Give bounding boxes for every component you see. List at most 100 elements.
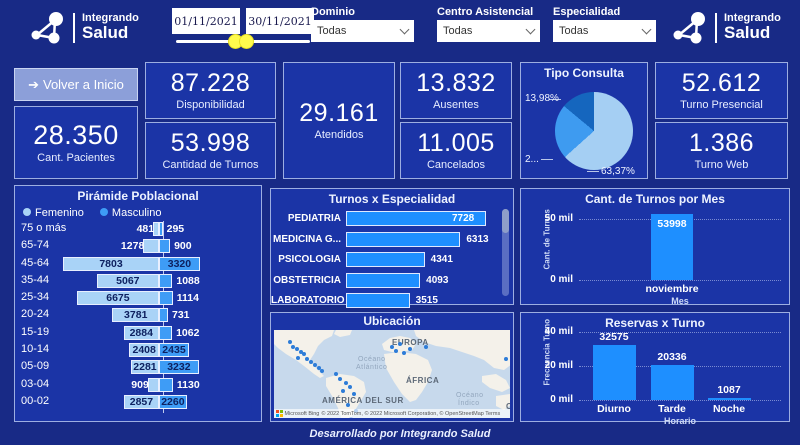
pyramid-bar-masculino[interactable] — [159, 308, 168, 322]
map-location-dot[interactable] — [424, 345, 428, 349]
world-map[interactable]: EUROPAOcéanoAtlánticoÁFRICAAMÉRICA DEL S… — [274, 330, 510, 418]
kpi-label: Ausentes — [433, 99, 479, 111]
x-axis-title: Horario — [579, 416, 781, 426]
logo-left: Integrando Salud — [30, 11, 139, 45]
x-axis-tick: noviembre — [636, 283, 708, 295]
pyramid-value-femenino: 909 — [131, 379, 149, 392]
filter-dropdown-centro[interactable]: Todas — [437, 20, 540, 42]
filter-value-centro: Todas — [443, 25, 472, 37]
map-attribution-text[interactable]: © 2022 TomTom, © 2022 Microsoft Corporat… — [321, 411, 500, 417]
pyramid-value-femenino: 1278 — [121, 240, 144, 253]
kpi-label: Turno Presencial — [680, 99, 763, 111]
filter-dropdown-dominio[interactable]: Todas — [311, 20, 414, 42]
pyramid-bar-masculino[interactable] — [159, 222, 163, 236]
pyramid-bar-masculino[interactable] — [159, 239, 170, 253]
map-title: Ubicación — [271, 313, 513, 328]
filter-label-especialidad: Especialidad — [553, 6, 620, 18]
column-bar[interactable] — [708, 398, 751, 400]
kpi-value: 28.350 — [33, 121, 119, 149]
map-location-dot[interactable] — [504, 357, 508, 361]
pyramid-age-label: 15-19 — [21, 326, 49, 338]
pyramid-row: 75 o más481295 — [15, 221, 261, 238]
kpi-value: 29.161 — [299, 100, 378, 126]
pyramid-age-label: 25-34 — [21, 291, 49, 303]
specialty-label: LABORATORIO — [271, 295, 341, 306]
map-location-dot[interactable] — [394, 349, 398, 353]
pyramid-age-label: 03-04 — [21, 378, 49, 390]
map-location-dot[interactable] — [348, 385, 352, 389]
logo-text-line2: Salud — [724, 24, 781, 43]
column-bar[interactable] — [651, 365, 694, 400]
reservas-bar-chart: Frecuencia Turno40 mil20 mil0 mil32575Di… — [521, 313, 789, 421]
kpi-value: 11.005 — [417, 130, 495, 156]
filter-value-especialidad: Todas — [559, 25, 588, 37]
legend-label: Femenino — [35, 207, 84, 219]
column-bar[interactable] — [593, 345, 636, 400]
map-location-dot[interactable] — [334, 372, 338, 376]
map-location-dot[interactable] — [402, 351, 406, 355]
map-label: Atlántico — [356, 364, 387, 371]
pyramid-value-femenino: 2857 — [124, 396, 159, 410]
vertical-scrollbar[interactable] — [502, 209, 509, 296]
specialty-bar[interactable] — [346, 232, 460, 247]
pyramid-bar-masculino[interactable] — [159, 326, 172, 340]
legend-item-femenino[interactable]: Femenino — [23, 207, 84, 219]
slider-handle-end[interactable] — [239, 34, 254, 49]
map-location-dot[interactable] — [346, 403, 350, 407]
kpi-value: 53.998 — [171, 130, 250, 156]
pyramid-bar-masculino[interactable] — [159, 291, 173, 305]
pyramid-value-masculino: 1088 — [176, 275, 199, 288]
kpi-card-disponibilidad: 87.228 Disponibilidad — [145, 62, 276, 119]
map-location-dot[interactable] — [352, 392, 356, 396]
kpi-label: Turno Web — [695, 159, 749, 171]
specialty-plot: 4093 — [346, 273, 497, 289]
month-bar-chart: Cant. de Turnos50 mil0 mil53998noviembre… — [521, 189, 789, 304]
map-location-dot[interactable] — [341, 389, 345, 393]
map-location-dot[interactable] — [398, 342, 402, 346]
date-range-slider[interactable] — [176, 40, 310, 43]
specialty-value: 4093 — [426, 275, 448, 286]
specialty-row: OBSTETRICIA4093 — [271, 273, 513, 289]
specialty-bar[interactable] — [346, 273, 420, 288]
pyramid-bar-masculino[interactable] — [159, 378, 173, 392]
map-location-dot[interactable] — [320, 369, 324, 373]
chevron-down-icon — [526, 24, 536, 34]
pyramid-row: 25-3466751114 — [15, 290, 261, 307]
kpi-card-turno-presencial: 52.612 Turno Presencial — [655, 62, 788, 119]
kpi-value: 52.612 — [682, 70, 761, 96]
pyramid-bar-femenino[interactable] — [148, 378, 159, 392]
pyramid-rows: 75 o más48129565-74127890045-64780333203… — [15, 221, 261, 413]
specialty-value: 6313 — [466, 234, 488, 245]
pyramid-age-label: 35-44 — [21, 274, 49, 286]
scrollbar-thumb[interactable] — [502, 209, 509, 233]
map-location-dot[interactable] — [296, 356, 300, 360]
y-axis-tick: 0 mil — [539, 274, 573, 285]
legend-item-masculino[interactable]: Masculino — [100, 207, 162, 219]
date-to-input[interactable]: 30/11/2021 — [246, 8, 314, 34]
map-location-dot[interactable] — [390, 345, 394, 349]
pyramid-bar-masculino[interactable] — [159, 274, 172, 288]
specialty-bar[interactable] — [346, 252, 425, 267]
date-from-input[interactable]: 01/11/2021 — [172, 8, 240, 34]
map-attribution-brand: Microsoft Bing — [285, 411, 320, 417]
pyramid-bar-femenino[interactable] — [143, 239, 159, 253]
filter-dropdown-especialidad[interactable]: Todas — [553, 20, 656, 42]
map-location-dot[interactable] — [408, 347, 412, 351]
map-location-dot[interactable] — [338, 377, 342, 381]
pyramid-age-label: 65-74 — [21, 239, 49, 251]
specialty-chart-title: Turnos x Especialidad — [271, 189, 513, 206]
kpi-value: 87.228 — [171, 70, 250, 96]
kpi-card-turno-web: 1.386 Turno Web — [655, 122, 788, 179]
pyramid-row-plot: 24082435 — [63, 342, 257, 359]
map-location-dot[interactable] — [344, 381, 348, 385]
back-to-home-button[interactable]: ➔Volver a Inicio — [14, 68, 138, 101]
pyramid-row-plot: 3781731 — [63, 307, 257, 324]
tipo-consulta-pie-chart[interactable] — [555, 92, 633, 170]
map-location-dot[interactable] — [288, 340, 292, 344]
kpi-label: Cancelados — [427, 159, 485, 171]
specialty-bar[interactable] — [346, 293, 410, 308]
pyramid-value-femenino: 3781 — [112, 309, 159, 323]
pyramid-row-plot: 78033320 — [63, 256, 257, 273]
pyramid-value-masculino: 3232 — [159, 361, 199, 375]
map-location-dot[interactable] — [302, 352, 306, 356]
